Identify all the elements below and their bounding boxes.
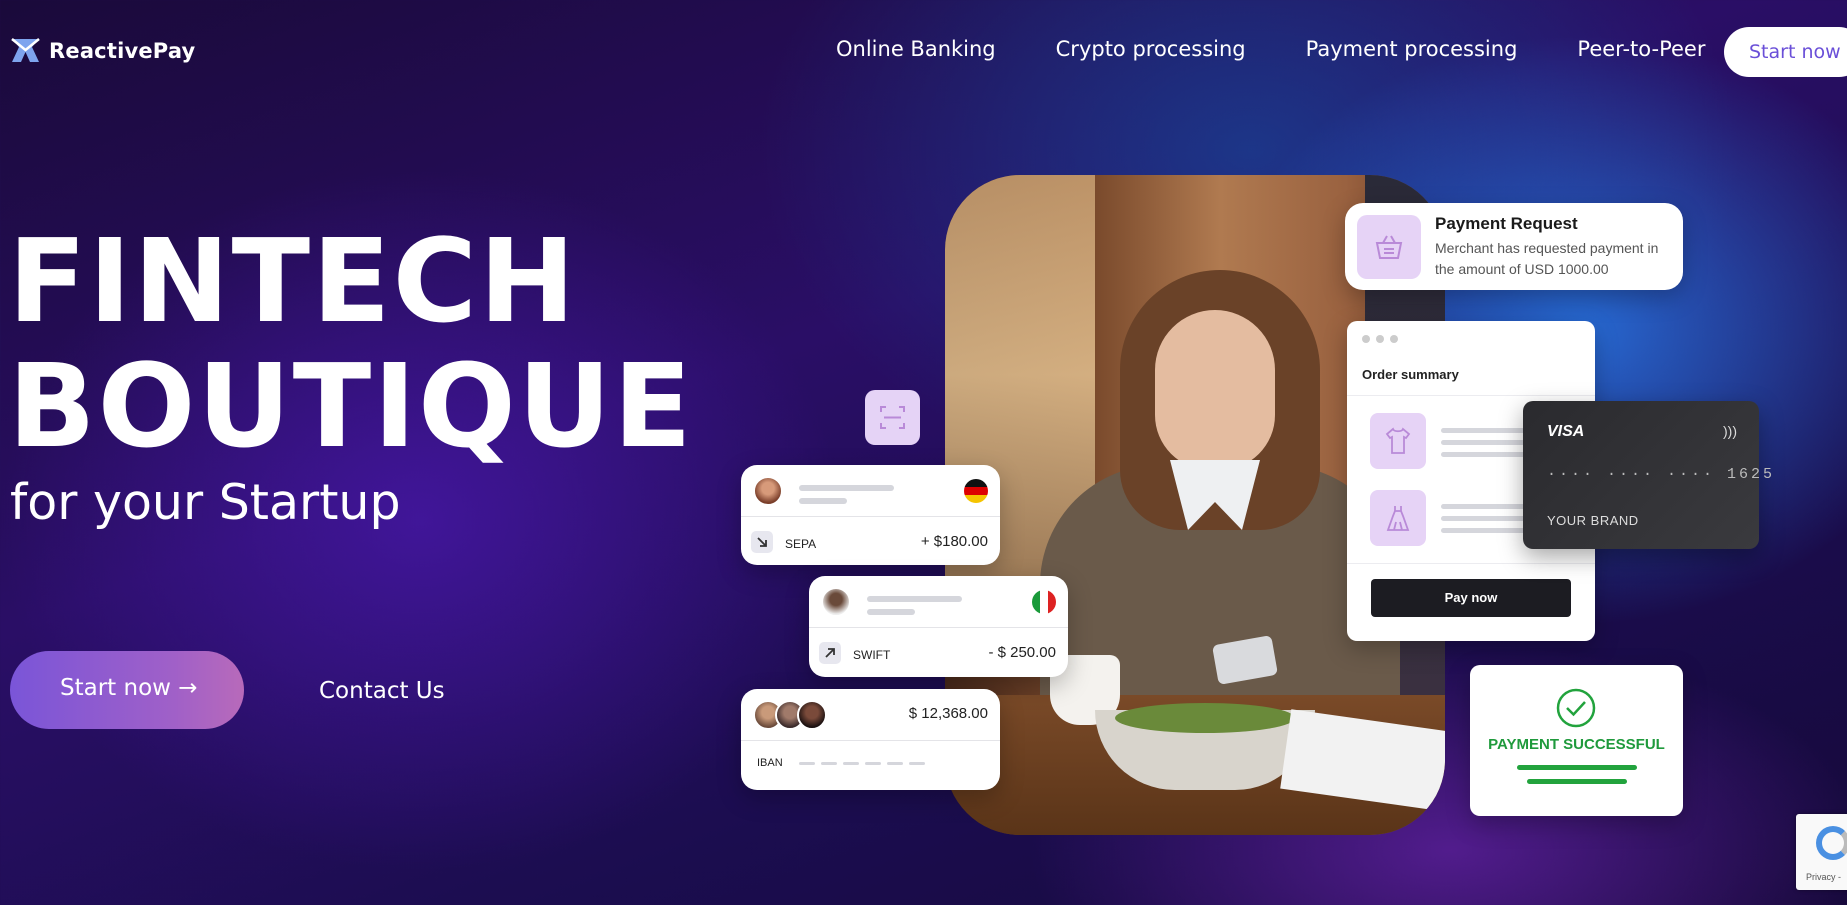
- scan-icon: [880, 406, 905, 429]
- order-item: [1370, 490, 1426, 546]
- shirt-icon: [1385, 427, 1411, 454]
- brand-logo[interactable]: ReactivePay: [10, 37, 195, 64]
- iban-balance-card: $ 12,368.00 IBAN: [741, 689, 1000, 790]
- recaptcha-icon: [1816, 826, 1847, 860]
- avatar: [753, 476, 783, 506]
- hero-title-line1: FINTECH: [8, 215, 578, 349]
- main-nav: Online Banking Crypto processing Payment…: [836, 37, 1705, 61]
- arrow-up-right-icon: [825, 648, 835, 658]
- contactless-icon: ))): [1723, 423, 1737, 439]
- balance-amount: $ 12,368.00: [908, 705, 988, 722]
- avatar: [797, 700, 827, 730]
- brand-name: ReactivePay: [49, 38, 196, 63]
- recaptcha-privacy-link[interactable]: Privacy -: [1806, 872, 1841, 882]
- basket-icon: [1375, 235, 1403, 259]
- visa-card: VISA ))) ···· ···· ···· 1625 YOUR BRAND: [1523, 401, 1772, 549]
- transaction-method: SWIFT: [853, 648, 891, 662]
- payment-status-label: PAYMENT SUCCESSFUL: [1488, 736, 1665, 753]
- visa-logo: VISA: [1547, 423, 1585, 440]
- transaction-method: SEPA: [785, 537, 817, 551]
- transaction-amount: - $ 250.00: [988, 644, 1056, 661]
- hero-start-now-button[interactable]: Start now →: [10, 651, 244, 729]
- pay-now-button[interactable]: Pay now: [1371, 579, 1571, 617]
- nav-crypto-processing[interactable]: Crypto processing: [1056, 37, 1246, 61]
- recaptcha-badge[interactable]: Privacy -: [1796, 814, 1847, 890]
- nav-peer-to-peer[interactable]: Peer-to-Peer: [1577, 37, 1705, 61]
- germany-flag-icon: [964, 479, 988, 503]
- header-start-now-button[interactable]: Start now: [1724, 27, 1847, 77]
- contact-us-link[interactable]: Contact Us: [319, 678, 445, 704]
- dress-icon: [1386, 506, 1410, 531]
- nav-online-banking[interactable]: Online Banking: [836, 37, 996, 61]
- card-holder: YOUR BRAND: [1547, 513, 1639, 528]
- transaction-amount: + $180.00: [920, 533, 988, 550]
- avatar: [821, 587, 851, 617]
- hero-title-line2: BOUTIQUE: [8, 340, 694, 474]
- iban-label: IBAN: [757, 757, 783, 769]
- card-number: ···· ···· ···· 1625: [1547, 466, 1776, 483]
- check-circle-icon: [1556, 688, 1596, 728]
- arrow-down-right-icon: [757, 537, 767, 547]
- reactivepay-logo-icon: [11, 38, 40, 62]
- payment-successful-card: PAYMENT SUCCESSFUL: [1470, 665, 1683, 816]
- order-item: [1370, 413, 1426, 469]
- transaction-card-sepa: SEPA + $180.00: [741, 465, 1000, 565]
- payment-request-description: Merchant has requested payment in the am…: [1435, 240, 1659, 277]
- italy-flag-icon: [1032, 590, 1056, 614]
- payment-request-title: Payment Request: [1435, 214, 1578, 233]
- window-dots: [1362, 335, 1398, 343]
- scan-tile: [865, 390, 920, 445]
- order-summary-title: Order summary: [1362, 367, 1459, 382]
- hero-subtitle: for your Startup: [10, 474, 401, 531]
- transaction-card-swift: SWIFT - $ 250.00: [809, 576, 1068, 677]
- payment-request-card: Payment Request Merchant has requested p…: [1345, 203, 1683, 290]
- nav-payment-processing[interactable]: Payment processing: [1306, 37, 1518, 61]
